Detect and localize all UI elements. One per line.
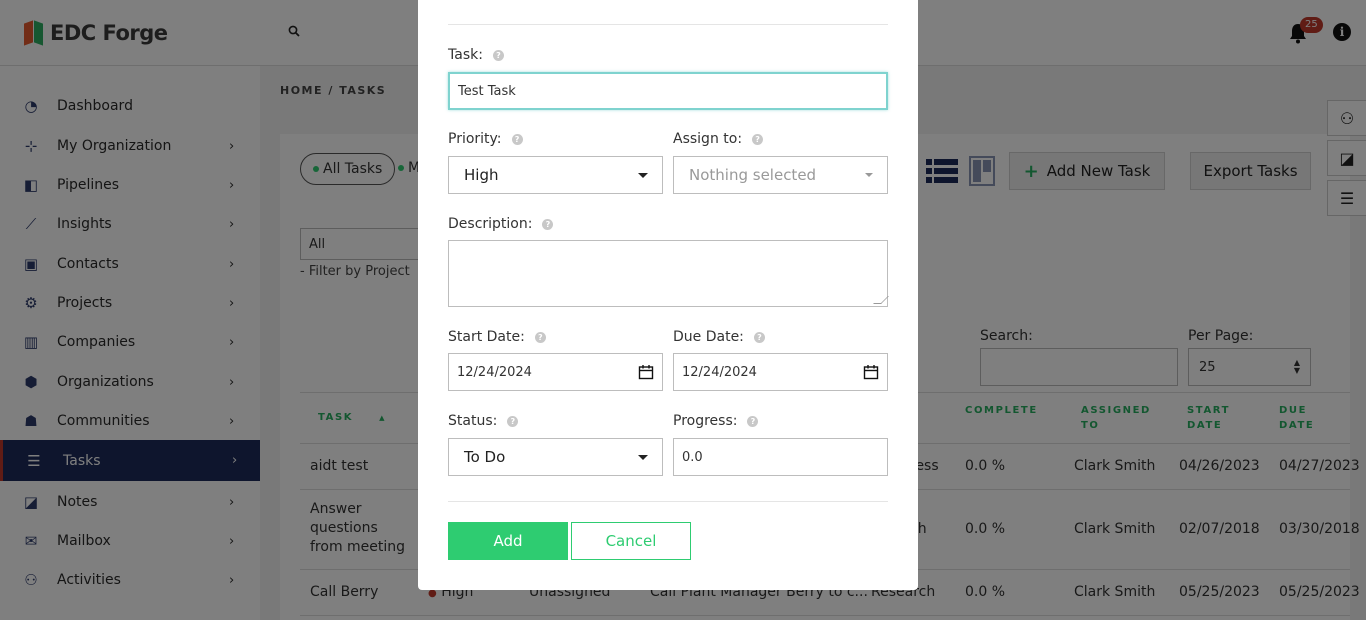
add-button[interactable]: Add xyxy=(448,522,568,560)
add-task-modal: Task:? Test Task Priority:? High Assign … xyxy=(418,0,918,590)
calendar-icon[interactable] xyxy=(863,364,879,380)
calendar-icon[interactable] xyxy=(638,364,654,380)
priority-field-label: Priority:? xyxy=(448,131,523,147)
caret-down-icon xyxy=(638,455,648,460)
task-input[interactable]: Test Task xyxy=(448,72,888,110)
help-icon[interactable]: ? xyxy=(507,415,519,427)
description-field-label: Description:? xyxy=(448,216,554,232)
help-icon[interactable]: ? xyxy=(542,218,554,230)
task-input-value: Test Task xyxy=(458,83,516,99)
help-icon[interactable]: ? xyxy=(534,331,546,343)
due-date-value: 12/24/2024 xyxy=(682,364,757,380)
status-selected-value: To Do xyxy=(464,448,506,466)
progress-field-label: Progress:? xyxy=(673,413,759,429)
status-select[interactable]: To Do xyxy=(448,438,663,476)
task-field-label: Task:? xyxy=(448,47,504,63)
help-icon[interactable]: ? xyxy=(753,331,765,343)
start-date-value: 12/24/2024 xyxy=(457,364,532,380)
resize-grip-icon[interactable] xyxy=(873,296,889,304)
due-date-field-label: Due Date:? xyxy=(673,329,765,345)
assign-to-select[interactable]: Nothing selected xyxy=(673,156,888,194)
help-icon[interactable]: ? xyxy=(747,415,759,427)
assign-placeholder: Nothing selected xyxy=(689,166,817,184)
divider xyxy=(448,24,888,25)
cancel-button[interactable]: Cancel xyxy=(571,522,691,560)
divider xyxy=(448,501,888,502)
description-textarea[interactable] xyxy=(448,240,889,307)
progress-input[interactable]: 0.0 xyxy=(673,438,888,476)
priority-selected-value: High xyxy=(464,166,499,184)
due-date-input[interactable]: 12/24/2024 xyxy=(673,353,888,391)
progress-value: 0.0 xyxy=(682,449,703,465)
start-date-field-label: Start Date:? xyxy=(448,329,546,345)
caret-down-icon xyxy=(638,173,648,178)
priority-select[interactable]: High xyxy=(448,156,663,194)
assign-field-label: Assign to:? xyxy=(673,131,764,147)
caret-down-icon xyxy=(865,173,873,177)
help-icon[interactable]: ? xyxy=(752,133,764,145)
start-date-input[interactable]: 12/24/2024 xyxy=(448,353,663,391)
status-field-label: Status:? xyxy=(448,413,519,429)
help-icon[interactable]: ? xyxy=(492,49,504,61)
help-icon[interactable]: ? xyxy=(511,133,523,145)
